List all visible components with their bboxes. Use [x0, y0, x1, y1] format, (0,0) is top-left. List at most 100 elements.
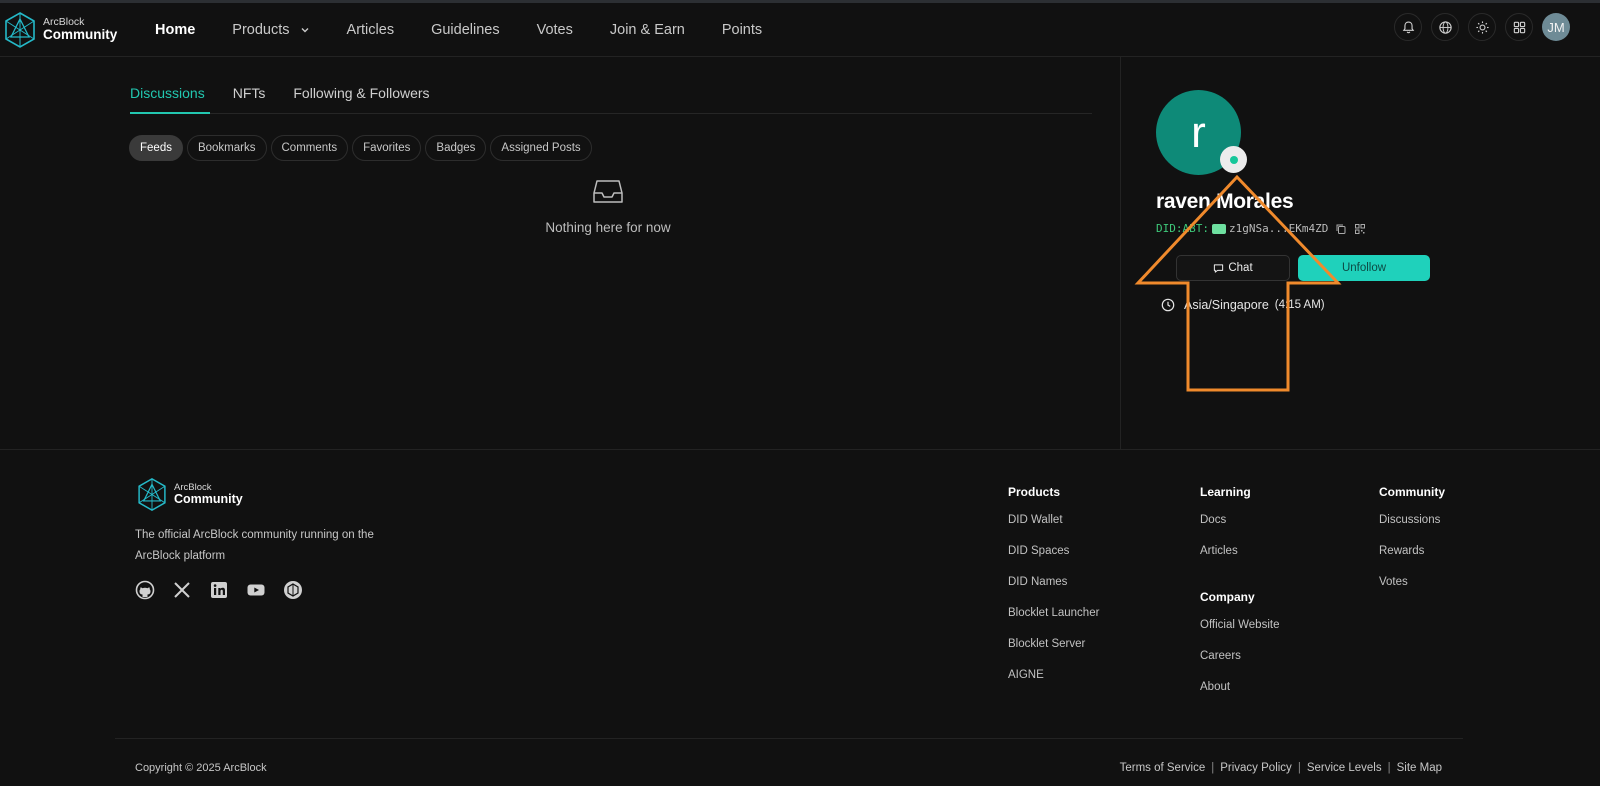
- footer-column-company: Company Official Website Careers About: [1200, 590, 1279, 712]
- nav-products[interactable]: Products: [232, 22, 309, 38]
- arcblock-icon[interactable]: [283, 580, 303, 600]
- footer-link[interactable]: Discussions: [1379, 514, 1445, 545]
- globe-icon: [1438, 20, 1452, 34]
- footer-link[interactable]: Careers: [1200, 650, 1279, 681]
- brand-logo[interactable]: ArcBlock Community: [3, 11, 117, 49]
- footer-heading-products: Products: [1008, 485, 1061, 499]
- main-nav: Home Products Articles Guidelines Votes …: [155, 3, 799, 57]
- timezone-row: Asia/Singapore (4:15 AM): [1161, 298, 1325, 312]
- footer-column-products: Products DID Wallet DID Spaces DID Names…: [1008, 485, 1099, 700]
- nav-products-label: Products: [232, 22, 290, 38]
- did-value: z1gNSa...EKm4ZD: [1228, 222, 1329, 235]
- footer-link[interactable]: Articles: [1200, 545, 1251, 576]
- footer-link[interactable]: Votes: [1379, 576, 1445, 607]
- footer-heading-community: Community: [1379, 485, 1445, 499]
- nav-votes[interactable]: Votes: [537, 22, 573, 38]
- empty-state: Nothing here for now: [542, 177, 674, 235]
- did-avatar-icon: [1211, 223, 1226, 234]
- nav-points[interactable]: Points: [722, 22, 762, 38]
- footer-link[interactable]: Blocklet Launcher: [1008, 607, 1099, 638]
- chat-button[interactable]: Chat: [1176, 255, 1290, 281]
- terms-link[interactable]: Terms of Service: [1120, 762, 1206, 774]
- arcblock-logo-icon: [138, 477, 166, 512]
- filter-favorites[interactable]: Favorites: [352, 135, 422, 161]
- online-status-badge: [1220, 146, 1247, 173]
- filter-badges[interactable]: Badges: [425, 135, 487, 161]
- copyright-text: Copyright © 2025 ArcBlock: [135, 762, 267, 774]
- apps-button[interactable]: [1505, 13, 1533, 41]
- x-icon[interactable]: [172, 580, 192, 600]
- brand-line2: Community: [43, 27, 118, 43]
- annotation-arrow: [1134, 174, 1342, 392]
- chevron-down-icon: [301, 28, 309, 33]
- footer-link[interactable]: DID Wallet: [1008, 514, 1099, 545]
- filter-chips: Feeds Bookmarks Comments Favorites Badge…: [129, 135, 596, 161]
- privacy-link[interactable]: Privacy Policy: [1220, 762, 1292, 774]
- unfollow-button[interactable]: Unfollow: [1298, 255, 1430, 281]
- tab-nfts[interactable]: NFTs: [233, 85, 266, 113]
- timezone-name: Asia/Singapore: [1184, 298, 1269, 312]
- footer-link[interactable]: Blocklet Server: [1008, 638, 1099, 669]
- local-time: (4:15 AM): [1274, 299, 1325, 311]
- sun-icon: [1475, 20, 1489, 34]
- nav-home[interactable]: Home: [155, 22, 195, 38]
- nav-guidelines[interactable]: Guidelines: [431, 22, 500, 38]
- site-map-link[interactable]: Site Map: [1397, 762, 1442, 774]
- chat-bubble-icon: [1214, 263, 1224, 273]
- footer-link[interactable]: About: [1200, 681, 1279, 712]
- filter-bookmarks[interactable]: Bookmarks: [186, 135, 267, 161]
- profile-tabs: Discussions NFTs Following & Followers: [130, 57, 1092, 114]
- arcblock-logo-icon: [5, 12, 35, 48]
- footer-description: The official ArcBlock community running …: [135, 529, 374, 562]
- social-links: [135, 580, 320, 600]
- apps-grid-icon: [1513, 21, 1525, 33]
- online-dot-icon: [1229, 155, 1238, 164]
- separator: |: [1387, 762, 1391, 774]
- nav-join-earn[interactable]: Join & Earn: [610, 22, 685, 38]
- footer-link[interactable]: AIGNE: [1008, 669, 1099, 700]
- footer-brand-logo[interactable]: ArcBlock Community: [136, 477, 243, 512]
- linkedin-icon[interactable]: [209, 580, 229, 600]
- footer-brand-line2: Community: [174, 491, 243, 506]
- bell-icon: [1402, 20, 1414, 33]
- filter-assigned-posts[interactable]: Assigned Posts: [490, 135, 592, 161]
- footer-link[interactable]: Official Website: [1200, 619, 1279, 650]
- separator: |: [1211, 762, 1215, 774]
- filter-comments[interactable]: Comments: [270, 135, 349, 161]
- qrcode-icon[interactable]: [1354, 223, 1366, 235]
- profile-name: raven Morales: [1156, 190, 1294, 213]
- filter-feeds[interactable]: Feeds: [129, 135, 183, 161]
- nav-articles[interactable]: Articles: [347, 22, 395, 38]
- theme-toggle-button[interactable]: [1468, 13, 1496, 41]
- empty-state-text: Nothing here for now: [545, 220, 671, 235]
- footer-column-community: Community Discussions Rewards Votes: [1379, 485, 1445, 607]
- notifications-button[interactable]: [1394, 13, 1422, 41]
- inbox-icon: [593, 180, 623, 203]
- footer-column-learning: Learning Docs Articles: [1200, 485, 1251, 576]
- language-button[interactable]: [1431, 13, 1459, 41]
- tab-following-followers[interactable]: Following & Followers: [293, 85, 429, 113]
- copy-icon[interactable]: [1335, 223, 1347, 235]
- footer-heading-company: Company: [1200, 590, 1255, 604]
- footer-link[interactable]: DID Names: [1008, 576, 1099, 607]
- sidebar-divider: [1120, 57, 1121, 449]
- header-actions: JM: [1385, 13, 1570, 41]
- footer-link[interactable]: Docs: [1200, 514, 1251, 545]
- user-avatar[interactable]: JM: [1542, 13, 1570, 41]
- footer-link[interactable]: DID Spaces: [1008, 545, 1099, 576]
- github-icon[interactable]: [135, 580, 155, 600]
- did-prefix: DID:ABT:: [1156, 222, 1209, 235]
- tab-discussions[interactable]: Discussions: [130, 85, 210, 114]
- service-levels-link[interactable]: Service Levels: [1307, 762, 1382, 774]
- legal-links: Terms of Service | Privacy Policy | Serv…: [1120, 762, 1442, 774]
- did-address: DID:ABT: z1gNSa...EKm4ZD: [1156, 222, 1366, 235]
- top-header: ArcBlock Community Home Products Article…: [0, 3, 1600, 57]
- separator: |: [1297, 762, 1301, 774]
- youtube-icon[interactable]: [246, 580, 266, 600]
- footer-heading-learning: Learning: [1200, 485, 1251, 499]
- chat-button-label: Chat: [1228, 262, 1253, 274]
- clock-icon: [1161, 298, 1175, 312]
- footer-bottom-divider: [115, 738, 1463, 739]
- footer-link[interactable]: Rewards: [1379, 545, 1445, 576]
- footer-divider: [0, 449, 1600, 450]
